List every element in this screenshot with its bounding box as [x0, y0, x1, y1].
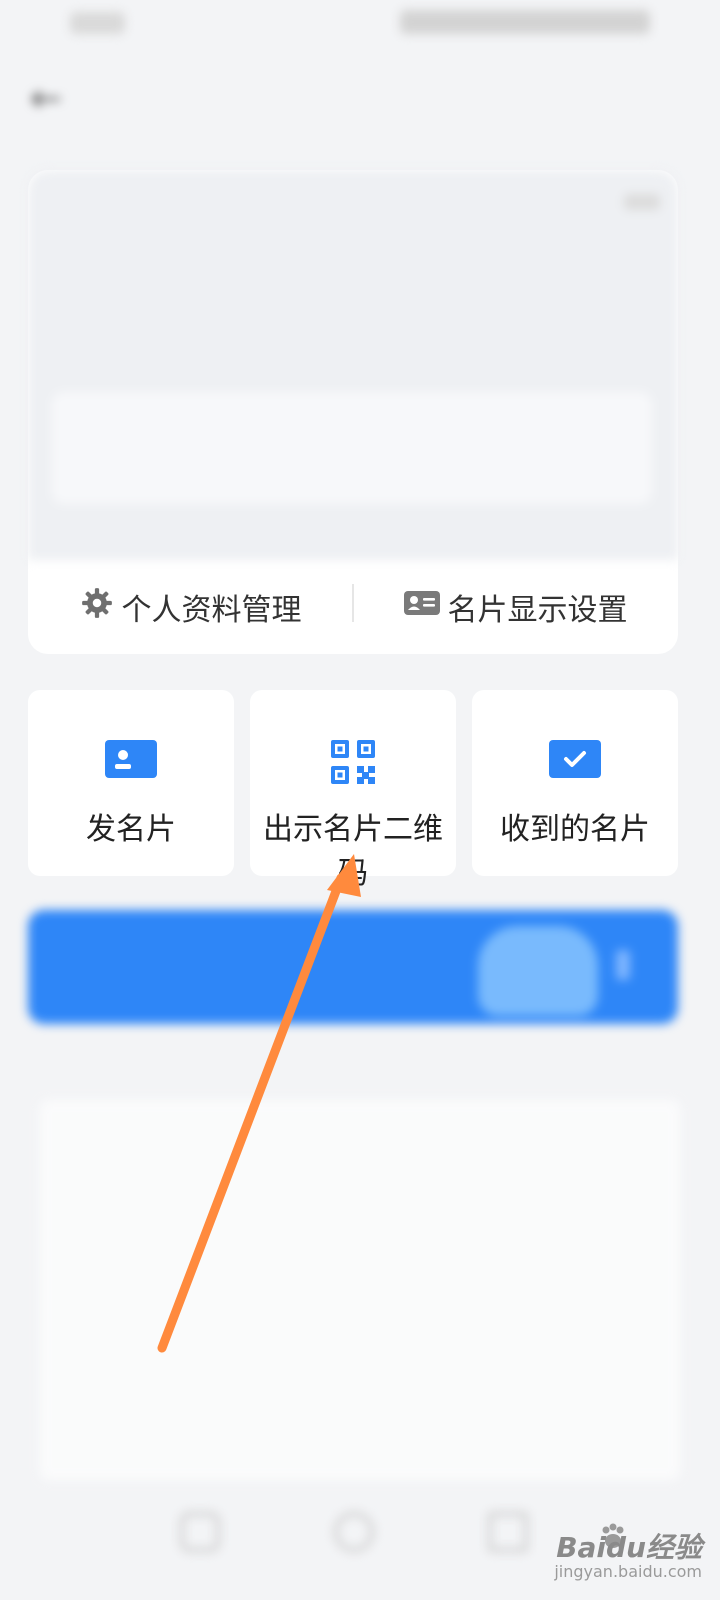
banner-close-icon[interactable] [616, 950, 630, 980]
nav-back-icon[interactable] [180, 1512, 220, 1552]
show-qr-code-label: 出示名片二维码 [263, 812, 443, 891]
status-time [70, 12, 125, 34]
arrow-left-icon[interactable]: ← [30, 79, 70, 117]
id-card-icon [403, 589, 440, 625]
card-company-box[interactable] [52, 392, 652, 504]
qr-code-icon [250, 740, 456, 784]
nav-recent-icon[interactable] [488, 1512, 528, 1552]
send-card-label: 发名片 [86, 812, 176, 847]
status-indicators [400, 10, 650, 34]
check-icon [472, 740, 678, 778]
banner-illustration [478, 926, 598, 1016]
contact-card-icon [28, 740, 234, 778]
profile-manage-label: 个人资料管理 [121, 593, 302, 628]
watermark-url: jingyan.baidu.com [554, 1562, 702, 1581]
profile-manage-button[interactable]: 个人资料管理 [28, 560, 353, 654]
watermark-logo: Baidu经验 [556, 1531, 702, 1564]
card-tag [624, 194, 660, 210]
card-actions: 个人资料管理 名片显示设置 [28, 560, 678, 654]
header: ← [0, 60, 720, 140]
card-display-settings-label: 名片显示设置 [447, 593, 628, 628]
business-card: 个人资料管理 名片显示设置 [28, 170, 678, 654]
card-preview [28, 170, 678, 560]
watermark: Baidu经验 jingyan.baidu.com [532, 1523, 702, 1586]
send-card-button[interactable]: 发名片 [28, 690, 234, 876]
promo-banner[interactable] [28, 910, 678, 1024]
status-bar [0, 0, 720, 50]
received-cards-button[interactable]: 收到的名片 [472, 690, 678, 876]
card-display-settings-button[interactable]: 名片显示设置 [353, 560, 678, 654]
show-qr-code-button[interactable]: 出示名片二维码 [250, 690, 456, 891]
quick-actions: 发名片 出示名片二维码 收到的名片 [28, 690, 678, 891]
received-cards-label: 收到的名片 [500, 812, 650, 847]
nav-home-icon[interactable] [334, 1512, 374, 1552]
content-list [40, 1100, 680, 1480]
gear-icon [80, 586, 114, 628]
